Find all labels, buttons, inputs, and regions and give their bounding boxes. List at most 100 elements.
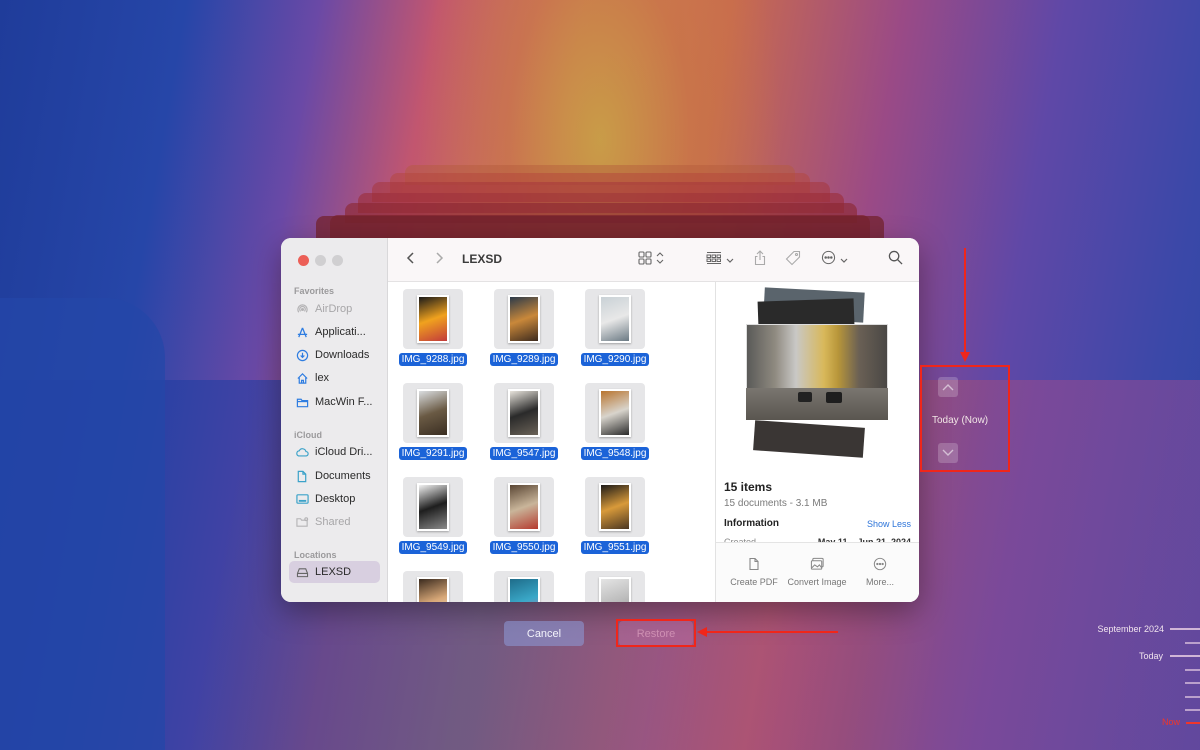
file-item[interactable]: IMG_9551.jpg <box>575 477 655 555</box>
file-thumbnail-frame <box>585 383 645 443</box>
file-thumbnail-image <box>417 577 449 602</box>
information-header: Information <box>724 518 779 529</box>
timeline-tick[interactable] <box>1185 682 1200 684</box>
shared-folder-icon <box>295 515 309 529</box>
sidebar-item-applications[interactable]: Applicati... <box>289 321 380 343</box>
file-item[interactable]: IMG_9291.jpg <box>393 383 473 461</box>
convert-image-button[interactable]: Convert Image <box>787 557 847 587</box>
file-item[interactable]: IMG_9550.jpg <box>484 477 564 555</box>
show-less-link[interactable]: Show Less <box>867 519 911 529</box>
timeline-tick[interactable] <box>1170 628 1200 630</box>
file-thumbnail-image <box>508 295 540 343</box>
file-item[interactable]: IMG_9549.jpg <box>393 477 473 555</box>
sidebar-item-label: MacWin F... <box>315 396 373 408</box>
sidebar-item-airdrop[interactable]: AirDrop <box>289 298 380 320</box>
time-back-button[interactable] <box>938 377 958 397</box>
file-item[interactable]: IMG_9288.jpg <box>393 289 473 367</box>
forward-button[interactable] <box>434 250 444 270</box>
file-item[interactable] <box>575 571 655 602</box>
file-name: IMG_9550.jpg <box>489 541 559 554</box>
desktop-background-shape <box>0 298 165 750</box>
file-thumbnail-frame <box>585 571 645 602</box>
file-item[interactable] <box>484 571 564 602</box>
search-button[interactable] <box>888 250 903 270</box>
document-icon <box>747 557 761 571</box>
file-name: IMG_9291.jpg <box>398 447 468 460</box>
downloads-icon <box>295 348 309 362</box>
file-thumbnail-image <box>508 483 540 531</box>
chevron-down-icon <box>942 444 954 462</box>
file-item[interactable]: IMG_9548.jpg <box>575 383 655 461</box>
minimize-button[interactable] <box>315 255 326 266</box>
file-thumbnail-image <box>417 389 449 437</box>
timeline-tick[interactable] <box>1185 669 1200 671</box>
file-item[interactable]: IMG_9289.jpg <box>484 289 564 367</box>
chevron-up-icon <box>942 378 954 396</box>
desktop-icon <box>295 492 309 506</box>
quick-actions: Create PDF Convert Image More... <box>716 542 919 602</box>
chevron-left-icon <box>406 251 416 270</box>
drive-icon <box>295 565 309 579</box>
timeline-tick[interactable] <box>1170 655 1200 657</box>
timeline-label-now[interactable]: Now <box>1162 717 1180 727</box>
file-item[interactable]: IMG_9290.jpg <box>575 289 655 367</box>
share-button[interactable] <box>754 249 766 271</box>
convert-image-label: Convert Image <box>787 577 847 587</box>
file-item[interactable]: IMG_9547.jpg <box>484 383 564 461</box>
chevron-up-down-icon <box>656 251 664 269</box>
search-icon <box>888 250 903 270</box>
close-button[interactable] <box>298 255 309 266</box>
folder-icon <box>295 395 309 409</box>
sidebar-item-downloads[interactable]: Downloads <box>289 344 380 366</box>
tag-icon <box>785 250 801 271</box>
restore-highlight <box>616 619 696 647</box>
chevron-right-icon <box>434 251 444 270</box>
file-name: IMG_9288.jpg <box>398 353 468 366</box>
sidebar-item-home[interactable]: lex <box>289 367 380 389</box>
file-name: IMG_9289.jpg <box>489 353 559 366</box>
sidebar-item-lexsd[interactable]: LEXSD <box>289 561 380 583</box>
annotation-arrow-line <box>964 248 966 354</box>
timeline-now-tick[interactable] <box>1186 722 1200 724</box>
timeline-tick[interactable] <box>1185 642 1200 644</box>
tag-button[interactable] <box>785 250 801 270</box>
sidebar-item-shared[interactable]: Shared <box>289 511 380 533</box>
sidebar-section-favorites: Favorites <box>294 286 335 296</box>
file-name: IMG_9551.jpg <box>580 541 650 554</box>
timeline-tick[interactable] <box>1185 709 1200 711</box>
timeline-label-september-2024[interactable]: September 2024 <box>1097 624 1164 634</box>
file-thumbnail-frame <box>403 383 463 443</box>
sidebar-item-desktop[interactable]: Desktop <box>289 488 380 510</box>
group-button[interactable] <box>706 250 734 270</box>
sidebar-item-icloud-drive[interactable]: iCloud Dri... <box>289 441 380 463</box>
time-forward-button[interactable] <box>938 443 958 463</box>
finder-window: Favorites AirDrop Applicati... Downloads… <box>281 238 919 602</box>
timeline-tick[interactable] <box>1185 696 1200 698</box>
file-thumbnail-frame <box>585 477 645 537</box>
toolbar: LEXSD <box>388 238 919 282</box>
timeline-label-today[interactable]: Today <box>1139 651 1163 661</box>
document-icon <box>295 469 309 483</box>
chevron-down-icon <box>840 251 848 269</box>
zoom-button[interactable] <box>332 255 343 266</box>
create-pdf-button[interactable]: Create PDF <box>724 557 784 587</box>
cancel-button[interactable]: Cancel <box>504 621 584 646</box>
create-pdf-label: Create PDF <box>730 577 778 587</box>
back-button[interactable] <box>406 250 416 270</box>
file-thumbnail-frame <box>494 383 554 443</box>
view-mode-button[interactable] <box>638 250 664 270</box>
more-button[interactable]: More... <box>850 557 910 587</box>
annotation-arrowhead <box>960 352 970 362</box>
sidebar-item-label: Documents <box>315 470 371 482</box>
annotation-arrow-line <box>705 631 838 633</box>
chevron-down-icon <box>726 251 734 269</box>
time-machine-current-label: Today (Now) <box>932 415 989 426</box>
sidebar-item-macwin-folder[interactable]: MacWin F... <box>289 391 380 413</box>
more-actions-button[interactable] <box>821 250 848 270</box>
file-name: IMG_9290.jpg <box>580 353 650 366</box>
sidebar-item-label: Applicati... <box>315 326 366 338</box>
ellipsis-circle-icon <box>821 250 836 270</box>
sidebar-item-documents[interactable]: Documents <box>289 465 380 487</box>
share-icon <box>754 249 766 271</box>
file-item[interactable] <box>393 571 473 602</box>
